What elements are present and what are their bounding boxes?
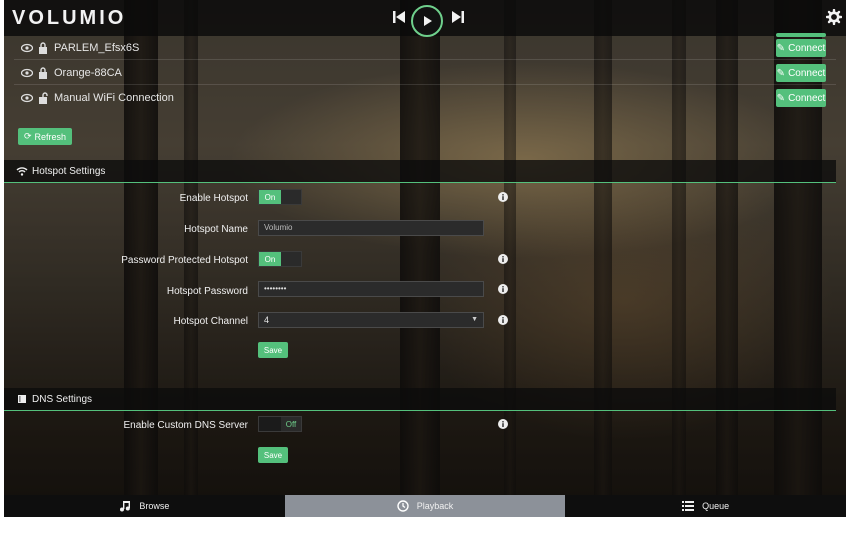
app-frame: VOLUMIO PARLEM_Efsx6S ✎ Connect Orange-8…: [4, 0, 846, 517]
unlock-icon: [39, 92, 48, 104]
book-icon: [18, 395, 26, 403]
wifi-icon: [16, 167, 28, 176]
wifi-ssid: PARLEM_Efsx6S: [54, 42, 140, 54]
tab-queue[interactable]: Queue: [565, 495, 847, 517]
tab-label: Browse: [139, 501, 170, 511]
link-icon: ✎: [776, 67, 786, 79]
eye-icon[interactable]: [21, 93, 33, 103]
wifi-ssid: Orange-88CA: [54, 67, 122, 79]
info-icon[interactable]: [498, 419, 508, 429]
hotspot-name-input[interactable]: Volumio: [258, 220, 484, 236]
connect-label: Connect: [788, 42, 826, 54]
play-icon: [424, 16, 432, 26]
next-track-button[interactable]: [451, 9, 465, 25]
hotspot-channel-label: Hotspot Channel: [173, 316, 249, 327]
tab-playback[interactable]: Playback: [284, 495, 566, 517]
eye-icon[interactable]: [21, 43, 33, 53]
chevron-down-icon: ▼: [471, 316, 478, 323]
info-icon[interactable]: [498, 315, 508, 325]
volumio-logo: VOLUMIO: [12, 7, 127, 29]
previous-track-button[interactable]: [392, 9, 406, 25]
selected-channel: 4: [264, 315, 270, 325]
info-icon[interactable]: [498, 284, 508, 294]
tab-browse[interactable]: Browse: [4, 495, 285, 517]
enable-hotspot-toggle[interactable]: On: [258, 189, 302, 205]
lock-icon: [39, 42, 47, 54]
link-icon: ✎: [776, 92, 786, 104]
refresh-button[interactable]: ⟳ Refresh: [18, 128, 73, 145]
custom-dns-toggle[interactable]: Off: [258, 416, 302, 432]
connect-button[interactable]: ✎ Connect: [776, 89, 826, 107]
enable-hotspot-label: Enable Hotspot: [179, 193, 248, 204]
toggle-on-state: On: [259, 252, 281, 266]
hotspot-password-input[interactable]: ••••••••: [258, 281, 484, 297]
wifi-network-row: PARLEM_Efsx6S ✎ Connect: [4, 36, 846, 60]
toggle-off-state: Off: [281, 417, 301, 431]
section-title: DNS Settings: [32, 393, 93, 405]
wifi-network-row: Manual WiFi Connection ✎ Connect: [4, 86, 846, 110]
bottom-nav: Browse Playback Queue: [4, 495, 847, 517]
tab-label: Playback: [416, 501, 454, 511]
hotspot-save-button[interactable]: Save: [258, 342, 288, 358]
row-divider: [14, 84, 836, 85]
hotspot-channel-select[interactable]: 4 ▼: [258, 312, 484, 328]
password-protected-toggle[interactable]: On: [258, 251, 302, 267]
connect-label: Connect: [788, 92, 826, 104]
clock-icon: [397, 500, 409, 512]
connect-button[interactable]: ✎ Connect: [776, 39, 826, 57]
dns-save-button[interactable]: Save: [258, 447, 288, 463]
refresh-label: Refresh: [34, 131, 67, 142]
toggle-off-area: [281, 252, 301, 266]
info-icon[interactable]: [498, 192, 508, 202]
row-divider: [14, 59, 836, 60]
custom-dns-label: Enable Custom DNS Server: [123, 420, 249, 431]
hotspot-name-label: Hotspot Name: [184, 224, 248, 235]
wifi-network-row: Orange-88CA ✎ Connect: [4, 61, 846, 85]
refresh-icon: ⟳: [24, 131, 32, 141]
hotspot-password-label: Hotspot Password: [166, 286, 248, 297]
hotspot-settings-header: Hotspot Settings: [4, 160, 836, 183]
top-bar: VOLUMIO: [4, 0, 846, 37]
toggle-on-state: On: [259, 190, 281, 204]
info-icon[interactable]: [498, 254, 508, 264]
password-protected-label: Password Protected Hotspot: [121, 255, 248, 266]
connect-button[interactable]: ✎ Connect: [776, 64, 826, 82]
lock-icon: [39, 67, 47, 79]
settings-gear-icon[interactable]: [826, 9, 842, 25]
toggle-off-area: [281, 190, 301, 204]
wifi-ssid: Manual WiFi Connection: [54, 92, 174, 104]
connect-label: Connect: [788, 67, 826, 79]
toggle-off-area: [259, 417, 281, 431]
link-icon: ✎: [776, 42, 786, 54]
tab-label: Queue: [702, 501, 730, 511]
dns-settings-header: DNS Settings: [4, 388, 836, 411]
eye-icon[interactable]: [21, 68, 33, 78]
section-title: Hotspot Settings: [32, 165, 106, 177]
play-button[interactable]: [411, 5, 443, 37]
music-note-icon: [120, 501, 131, 512]
list-icon: [682, 501, 695, 511]
